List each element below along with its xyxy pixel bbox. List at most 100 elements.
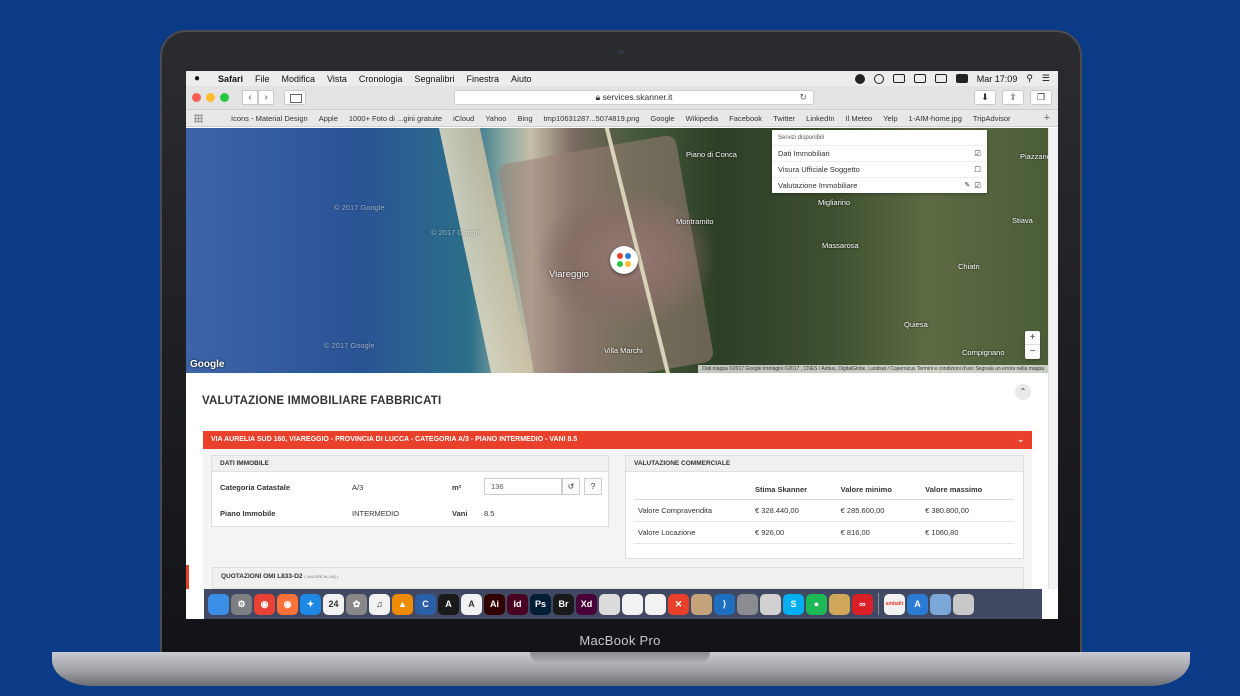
itunes-icon[interactable]: ♫	[369, 593, 390, 615]
spotify-icon[interactable]: ●	[806, 593, 827, 615]
sidebar-toggle-button[interactable]	[284, 90, 306, 105]
photoshop-icon[interactable]: Ps	[530, 593, 551, 615]
zoom-out-button[interactable]: −	[1025, 345, 1040, 359]
skype-icon[interactable]: S	[783, 593, 804, 615]
grid-icon[interactable]	[194, 113, 203, 123]
share-button[interactable]: ⇪	[1002, 90, 1024, 105]
app-doc-icon[interactable]	[737, 593, 758, 615]
app-a-icon[interactable]: A	[907, 593, 928, 615]
downloads-button[interactable]: ⬇	[974, 90, 996, 105]
mq-input[interactable]: 136	[484, 478, 562, 495]
omi-panel[interactable]: QUOTAZIONI OMI L833-D2 ( VALORE AL MQ )	[212, 567, 1024, 589]
address-bar[interactable]: 🔒︎ services.skanner.it ↻	[454, 90, 814, 105]
bookmark-item[interactable]: Il Meteo	[846, 114, 873, 123]
vlc-icon[interactable]: ▲	[392, 593, 413, 615]
safari-icon[interactable]: ✦	[300, 593, 321, 615]
indesign-icon[interactable]: Id	[507, 593, 528, 615]
app-folder-icon[interactable]	[829, 593, 850, 615]
bookmark-item[interactable]: Apple	[319, 114, 338, 123]
bookmark-item[interactable]: LinkedIn	[806, 114, 834, 123]
screen-icon[interactable]	[892, 74, 905, 83]
trash-icon[interactable]	[953, 593, 974, 615]
bookmark-item[interactable]: Twitter	[773, 114, 795, 123]
forward-button[interactable]: ›	[258, 90, 274, 105]
downloads-icon[interactable]	[930, 593, 951, 615]
reload-icon[interactable]: ↻	[799, 91, 807, 104]
creative-cloud-icon[interactable]: ∞	[852, 593, 873, 615]
notes-icon[interactable]	[622, 593, 643, 615]
zoom-in-button[interactable]: +	[1025, 331, 1040, 345]
bookmark-item[interactable]: Bing	[517, 114, 532, 123]
acrobat-icon[interactable]: A	[438, 593, 459, 615]
notification-center-icon[interactable]: ☰	[1042, 73, 1050, 84]
help-button[interactable]: ?	[584, 478, 602, 495]
bookmark-item[interactable]: Yahoo	[485, 114, 506, 123]
back-button[interactable]: ‹	[242, 90, 258, 105]
clock[interactable]: Mar 17:09	[977, 74, 1018, 84]
chrome-icon[interactable]: ◉	[254, 593, 275, 615]
menu-modifica[interactable]: Modifica	[282, 74, 316, 84]
chevron-down-icon[interactable]: ⌄	[1017, 431, 1024, 449]
bookmark-item[interactable]: iCloud	[453, 114, 474, 123]
bookmark-item[interactable]: 1-AIM-home.jpg	[909, 114, 962, 123]
bookmark-item[interactable]: TripAdvisor	[973, 114, 1011, 123]
property-bar[interactable]: VIA AURELIA SUD 160, VIAREGGIO - PROVINC…	[203, 431, 1032, 449]
firefox-icon[interactable]: ◉	[277, 593, 298, 615]
menu-cronologia[interactable]: Cronologia	[359, 74, 403, 84]
service-valutazione[interactable]: Valutazione Immobiliare ✎ ☑	[772, 177, 987, 193]
volume-icon[interactable]	[934, 74, 947, 83]
spotlight-icon[interactable]: ⚲	[1026, 73, 1033, 84]
creative-cloud-status-icon[interactable]	[873, 73, 884, 84]
minimize-window-button[interactable]	[206, 93, 215, 102]
collapse-button[interactable]: ⌃	[1015, 384, 1031, 400]
bookmark-item[interactable]: Yelp	[883, 114, 897, 123]
checkbox-icon[interactable]: ☐	[974, 165, 981, 174]
app-c-icon[interactable]: C	[415, 593, 436, 615]
menu-vista[interactable]: Vista	[327, 74, 347, 84]
xd-icon[interactable]: Xd	[576, 593, 597, 615]
reset-button[interactable]: ↺	[562, 478, 580, 495]
service-dati-immobiliari[interactable]: Dati Immobiliari ☑	[772, 145, 987, 161]
app-status-icon[interactable]	[854, 73, 865, 84]
bookmark-item[interactable]: Facebook	[729, 114, 762, 123]
add-tab-icon[interactable]: +	[1044, 112, 1050, 124]
menu-segnalibri[interactable]: Segnalibri	[414, 74, 454, 84]
app-box-icon[interactable]	[691, 593, 712, 615]
bookmark-item[interactable]: 1000+ Foto di ...gini gratuite	[349, 114, 442, 123]
photos-icon[interactable]: ✿	[346, 593, 367, 615]
acrobat-reader-icon[interactable]: A	[461, 593, 482, 615]
checkbox-checked-icon[interactable]: ☑	[974, 149, 981, 158]
menu-safari[interactable]: Safari	[218, 74, 243, 84]
checkbox-checked-icon[interactable]: ☑	[974, 181, 981, 190]
scrollbar[interactable]	[1048, 128, 1058, 589]
menu-aiuto[interactable]: Aiuto	[511, 74, 532, 84]
bookmark-item[interactable]: Wikipedia	[686, 114, 719, 123]
system-prefs-icon[interactable]: ⚙	[231, 593, 252, 615]
zoom-window-button[interactable]	[220, 93, 229, 102]
vscode-icon[interactable]: ⟩	[714, 593, 735, 615]
bookmark-item[interactable]: tmp10631287...5074819.png	[544, 114, 640, 123]
wifi-icon[interactable]	[913, 74, 926, 83]
calendar-icon[interactable]: 24	[323, 593, 344, 615]
tabs-button[interactable]: ❐	[1030, 90, 1052, 105]
close-window-button[interactable]	[192, 93, 201, 102]
battery-icon[interactable]	[955, 74, 968, 83]
app-web-icon[interactable]: ambalit	[884, 593, 905, 615]
bookmark-item[interactable]: Icons - Material Design	[231, 114, 308, 123]
textedit-icon[interactable]	[645, 593, 666, 615]
bridge-icon[interactable]: Br	[553, 593, 574, 615]
preview-icon[interactable]	[599, 593, 620, 615]
illustrator-icon[interactable]: Ai	[484, 593, 505, 615]
app-x-icon[interactable]: ✕	[668, 593, 689, 615]
apple-icon[interactable]: ●	[194, 73, 204, 84]
map-attribution[interactable]: Dati mappa ©2017 Google Immagini ©2017 ,…	[698, 365, 1048, 373]
bookmark-item[interactable]: Google	[650, 114, 674, 123]
edit-icon[interactable]: ✎	[964, 181, 970, 190]
location-pin-icon[interactable]	[610, 246, 638, 274]
service-visura[interactable]: Visura Ufficiale Soggetto ☐	[772, 161, 987, 177]
finder-icon[interactable]	[208, 593, 229, 615]
menu-finestra[interactable]: Finestra	[466, 74, 499, 84]
macos-dock: ⚙ ◉ ◉ ✦ 24 ✿ ♫ ▲ C A A Ai Id Ps Br Xd ✕ ⟩ S ● ∞ ambalit A	[204, 589, 1042, 619]
app-badge-icon[interactable]	[760, 593, 781, 615]
menu-file[interactable]: File	[255, 74, 270, 84]
